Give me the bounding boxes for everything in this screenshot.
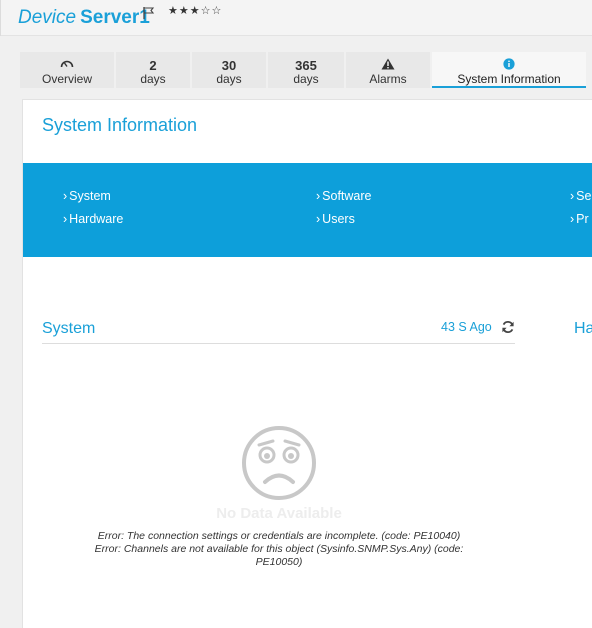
tab-bar: Overview 2 days 30 days 365 days Alarms … [20,52,592,88]
device-prefix: Device [18,7,77,28]
info-icon [503,58,515,70]
tab-365-days-label: days [293,72,319,86]
system-section-title: System [42,320,96,337]
refresh-icon[interactable] [501,320,515,334]
page-header: Device Server1 ★★★☆☆ [0,0,592,36]
nav-link-users[interactable]: › Users [316,212,355,226]
priority-stars[interactable]: ★★★☆☆ [168,4,222,17]
system-information-panel: System Information › System › Hardware › So… [22,99,592,628]
chevron-right-icon: › [316,189,321,203]
device-name[interactable]: Server1 [80,7,150,28]
nav-link-software-label: Software [322,189,372,203]
no-data-message: No Data Available [216,505,342,522]
nav-link-services-label: Se [576,189,592,203]
sad-face-icon [242,426,316,500]
nav-link-hardware[interactable]: › Hardware [63,212,123,226]
flag-icon[interactable] [142,6,156,20]
warning-icon [381,58,395,70]
page-title: Device Server1 [18,7,150,29]
error-message: Error: Channels are not available for th… [94,543,464,568]
tab-2-days[interactable]: 2 days [116,52,190,88]
tab-system-information[interactable]: System Information [432,52,586,88]
header-left-rule [0,0,1,36]
tab-system-information-label: System Information [457,72,561,86]
section-divider [42,343,515,344]
tab-alarms[interactable]: Alarms [346,52,430,88]
hardware-section-title: Ha [574,320,592,337]
nav-link-processes-label: Pr [576,212,589,226]
nav-link-hardware-label: Hardware [69,212,124,226]
tab-overview-label: Overview [41,72,92,86]
chevron-right-icon: › [316,212,321,226]
error-messages: Error: The connection settings or creden… [79,530,479,569]
chevron-right-icon: › [63,212,68,226]
tab-2-days-number: 2 [149,58,157,73]
error-message: Error: The connection settings or creden… [97,530,461,542]
tab-overview[interactable]: Overview [20,52,114,88]
tab-30-days-number: 30 [221,58,237,73]
chevron-right-icon: › [570,189,575,203]
nav-link-users-label: Users [322,212,355,226]
nav-link-software[interactable]: › Software [316,189,372,203]
tab-2-days-label: days [140,72,166,86]
tab-365-days[interactable]: 365 days [268,52,344,88]
nav-link-system-label: System [69,189,111,203]
tab-365-days-number: 365 [295,58,317,73]
last-refresh-time: 43 S Ago [441,320,492,334]
panel-title: System Information [42,115,198,135]
tab-30-days[interactable]: 30 days [192,52,266,88]
chevron-right-icon: › [63,189,68,203]
nav-link-system[interactable]: › System [63,189,111,203]
tab-alarms-label: Alarms [369,72,407,86]
nav-link-services[interactable]: › Se [570,189,591,203]
nav-link-processes[interactable]: › Pr [570,212,589,226]
tab-30-days-label: days [216,72,242,86]
active-tab-indicator [432,86,586,88]
chevron-right-icon: › [570,212,575,226]
section-nav-banner: › System › Hardware › Software › Users › Se ›… [23,163,592,257]
gauge-icon [60,60,74,68]
